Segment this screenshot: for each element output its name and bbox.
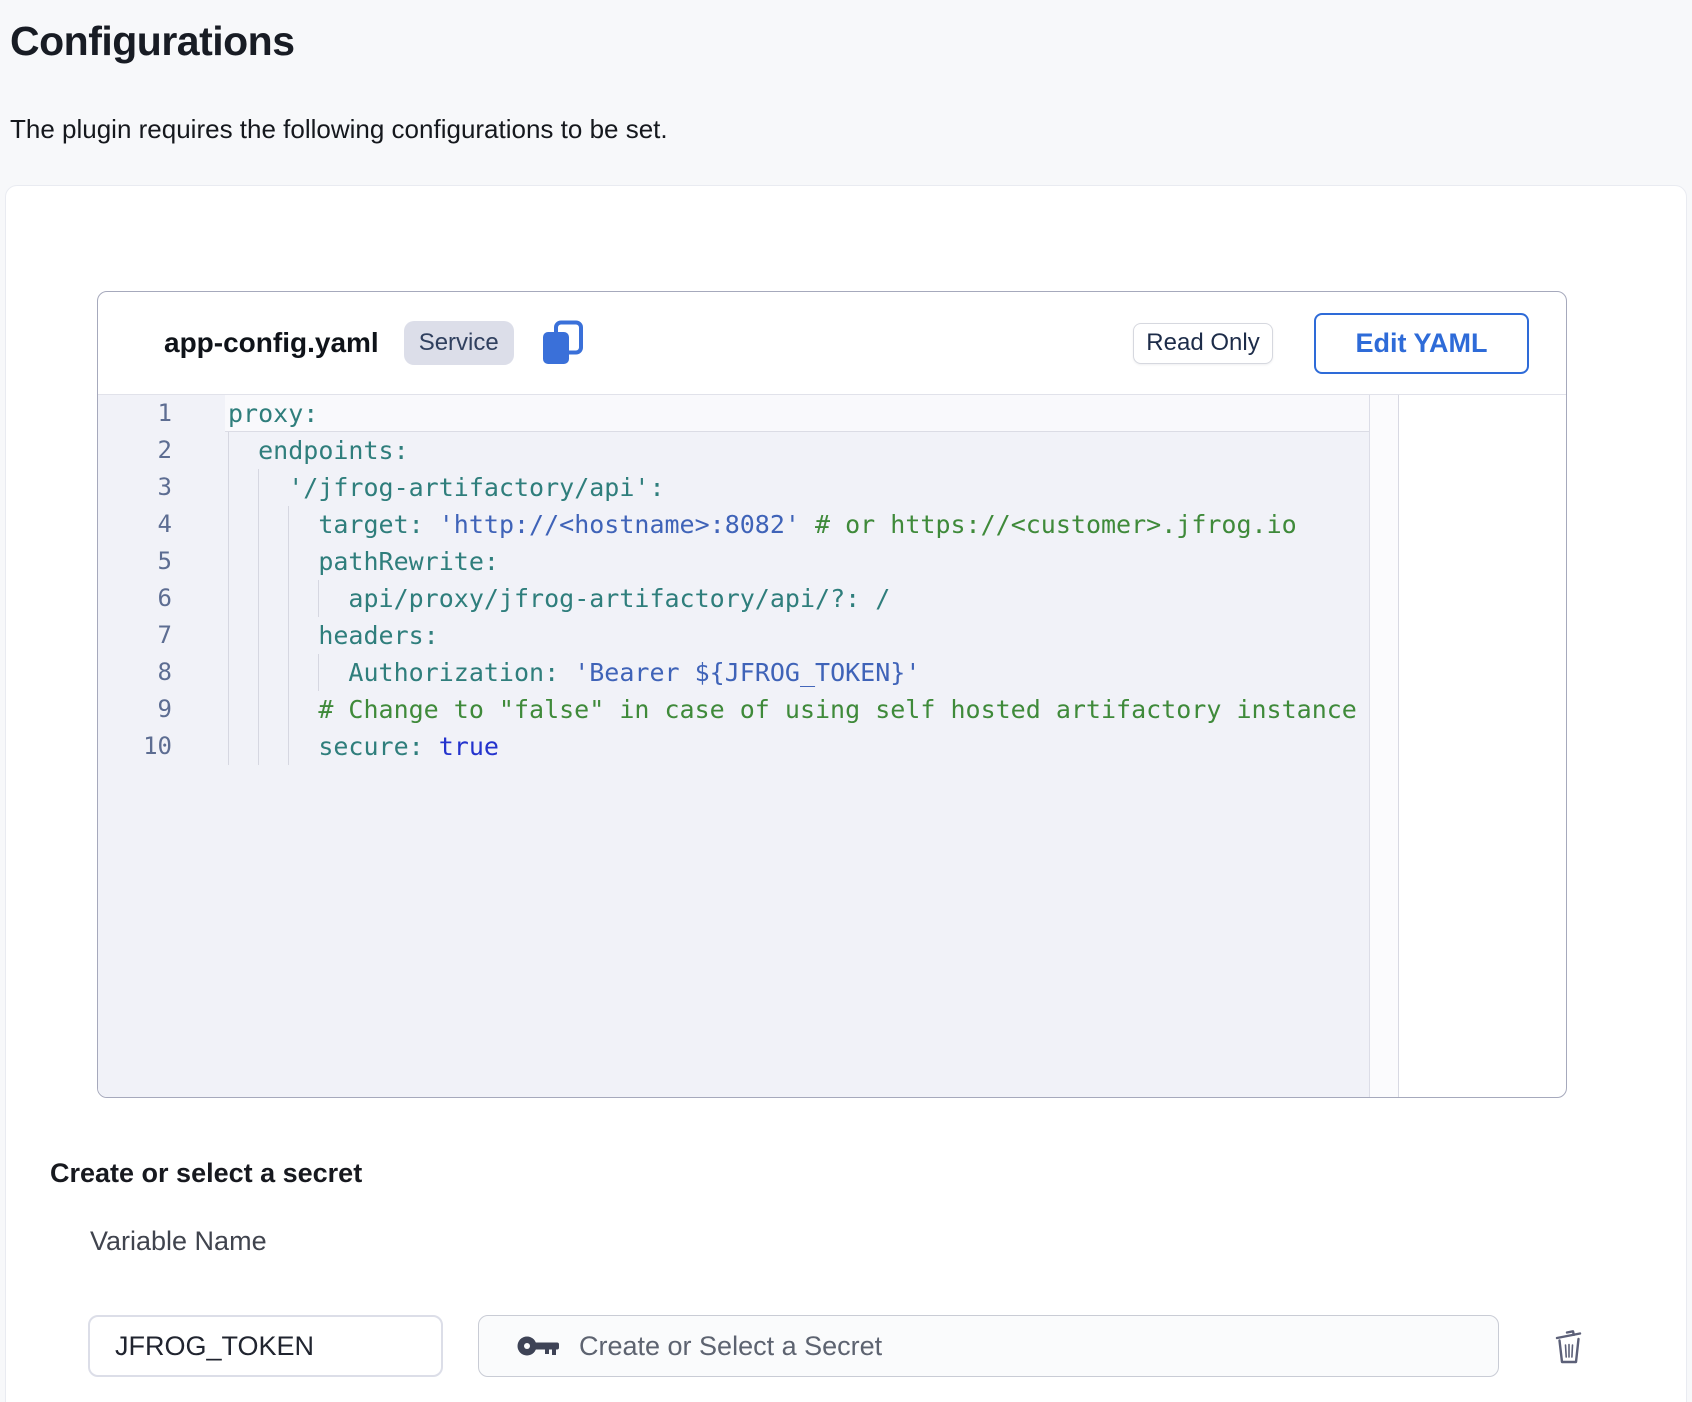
code-token-key: proxy: — [228, 399, 318, 428]
line-number: 9 — [98, 691, 225, 728]
page-title: Configurations — [10, 18, 295, 65]
code-token-str: 'Bearer ${JFROG_TOKEN}' — [574, 658, 920, 687]
code-token-key: endpoints: — [258, 436, 409, 465]
indent-guide — [288, 654, 289, 691]
line-number-gutter: 12345678910 — [98, 395, 225, 765]
indent-guide — [228, 543, 229, 580]
indent-guide — [288, 617, 289, 654]
trash-icon — [1553, 1328, 1585, 1366]
indent-guide — [258, 691, 259, 728]
code-line: Authorization: 'Bearer ${JFROG_TOKEN}' — [225, 654, 1369, 691]
indent-guide — [228, 728, 229, 765]
indent-guide — [288, 506, 289, 543]
indent-guide — [288, 580, 289, 617]
code-line: api/proxy/jfrog-artifactory/api/?: / — [225, 580, 1369, 617]
line-number: 6 — [98, 580, 225, 617]
code-lines: proxy: endpoints: '/jfrog-artifactory/ap… — [225, 395, 1369, 765]
code-token-str: 'http://<hostname>:8082' — [439, 510, 800, 539]
editor-header: app-config.yaml Service Read Only Edit Y… — [98, 292, 1566, 394]
code-token-plain — [424, 732, 439, 761]
code-token-key: headers: — [318, 621, 438, 650]
editor-filename: app-config.yaml — [164, 327, 379, 359]
code-token-key: secure: — [318, 732, 423, 761]
indent-guide — [228, 691, 229, 728]
indent-guide — [318, 580, 319, 617]
secret-section-heading: Create or select a secret — [50, 1158, 362, 1189]
code-line: headers: — [225, 617, 1369, 654]
code-token-atom: true — [439, 732, 499, 761]
line-number: 1 — [98, 395, 225, 432]
indent-guide — [228, 469, 229, 506]
line-number: 10 — [98, 728, 225, 765]
indent-guide — [228, 432, 229, 469]
code-token-com: # or https://<customer>.jfrog.io — [815, 510, 1297, 539]
secret-select-input[interactable]: Create or Select a Secret — [478, 1315, 1499, 1377]
indent-guide — [288, 728, 289, 765]
indent-guide — [228, 654, 229, 691]
variable-name-label: Variable Name — [90, 1226, 267, 1257]
configurations-page: Configurations The plugin requires the f… — [0, 0, 1692, 1402]
indent-guide — [318, 654, 319, 691]
service-badge: Service — [404, 321, 514, 365]
code-token-com: # Change to "false" in case of using sel… — [318, 695, 1357, 724]
code-line: secure: true — [225, 728, 1369, 765]
key-icon — [517, 1334, 561, 1358]
secret-select-placeholder: Create or Select a Secret — [579, 1331, 882, 1362]
indent-guide — [228, 617, 229, 654]
code-token-key: target: — [318, 510, 423, 539]
code-token-plain — [559, 658, 574, 687]
code-token-plain — [424, 510, 439, 539]
copy-icon-glyph — [540, 320, 585, 366]
line-number: 5 — [98, 543, 225, 580]
edit-yaml-button[interactable]: Edit YAML — [1314, 313, 1529, 374]
code-token-plain — [800, 510, 815, 539]
indent-guide — [228, 506, 229, 543]
indent-guide — [258, 469, 259, 506]
code-line: proxy: — [225, 395, 1369, 432]
editor-scrollbar[interactable] — [1369, 395, 1399, 1097]
variable-name-input[interactable] — [88, 1315, 443, 1377]
line-number: 3 — [98, 469, 225, 506]
indent-guide — [288, 543, 289, 580]
config-panel: app-config.yaml Service Read Only Edit Y… — [5, 185, 1687, 1402]
delete-secret-button[interactable] — [1550, 1326, 1588, 1368]
line-number: 7 — [98, 617, 225, 654]
indent-guide — [258, 506, 259, 543]
code-editor[interactable]: 12345678910 proxy: endpoints: '/jfrog-ar… — [98, 394, 1566, 1097]
indent-guide — [228, 580, 229, 617]
indent-guide — [258, 728, 259, 765]
indent-guide — [258, 654, 259, 691]
code-line: endpoints: — [225, 432, 1369, 469]
line-number: 8 — [98, 654, 225, 691]
copy-icon[interactable] — [540, 320, 586, 366]
code-line: target: 'http://<hostname>:8082' # or ht… — [225, 506, 1369, 543]
indent-guide — [258, 617, 259, 654]
line-number: 2 — [98, 432, 225, 469]
code-token-key: api/proxy/jfrog-artifactory/api/?: / — [348, 584, 890, 613]
code-token-key: '/jfrog-artifactory/api': — [288, 473, 664, 502]
code-token-key: Authorization: — [348, 658, 559, 687]
indent-guide — [288, 691, 289, 728]
code-line: # Change to "false" in case of using sel… — [225, 691, 1369, 728]
code-token-key: pathRewrite: — [318, 547, 499, 576]
indent-guide — [258, 580, 259, 617]
line-number: 4 — [98, 506, 225, 543]
code-line: pathRewrite: — [225, 543, 1369, 580]
yaml-editor-card: app-config.yaml Service Read Only Edit Y… — [97, 291, 1567, 1098]
code-line: '/jfrog-artifactory/api': — [225, 469, 1369, 506]
read-only-button[interactable]: Read Only — [1133, 323, 1273, 364]
indent-guide — [258, 543, 259, 580]
page-subtitle: The plugin requires the following config… — [10, 114, 668, 145]
